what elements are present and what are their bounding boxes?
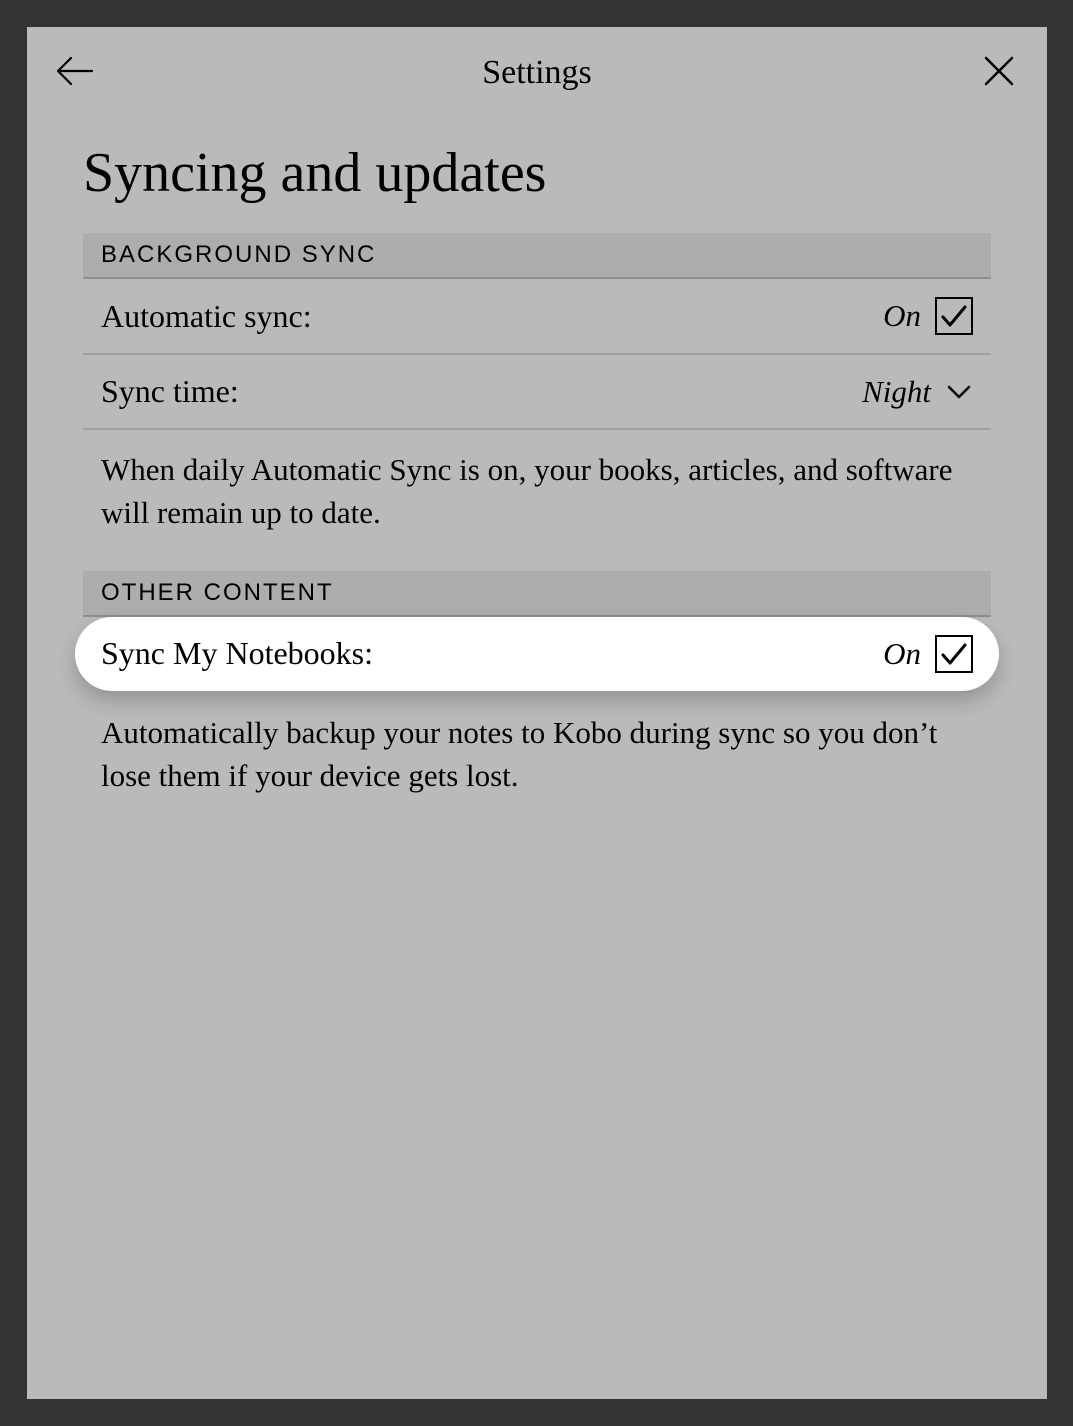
automatic-sync-value: On — [883, 298, 921, 334]
sync-time-label: Sync time: — [101, 373, 239, 410]
check-icon — [939, 639, 969, 669]
arrow-left-icon — [56, 56, 94, 91]
header: Settings — [27, 27, 1047, 119]
sync-notebooks-control: On — [883, 635, 973, 673]
other-content-description: Automatically backup your notes to Kobo … — [83, 693, 991, 834]
automatic-sync-checkbox[interactable] — [935, 297, 973, 335]
sync-notebooks-checkbox[interactable] — [935, 635, 973, 673]
page-title: Syncing and updates — [83, 141, 991, 205]
screen: Settings Syncing and updates BACKGROUND … — [27, 27, 1047, 1399]
automatic-sync-control: On — [883, 297, 973, 335]
device-bezel: Settings Syncing and updates BACKGROUND … — [0, 0, 1073, 1426]
close-button[interactable] — [979, 53, 1019, 93]
row-divider — [101, 691, 973, 693]
sync-notebooks-highlight: Sync My Notebooks: On — [75, 617, 999, 693]
sync-notebooks-label: Sync My Notebooks: — [101, 635, 373, 672]
automatic-sync-label: Automatic sync: — [101, 298, 312, 335]
content: Syncing and updates BACKGROUND SYNC Auto… — [27, 141, 1047, 834]
close-icon — [982, 54, 1016, 93]
header-title: Settings — [482, 54, 592, 92]
check-icon — [939, 301, 969, 331]
section-header-background-sync: BACKGROUND SYNC — [83, 233, 991, 279]
back-button[interactable] — [55, 53, 95, 93]
sync-notebooks-row[interactable]: Sync My Notebooks: On — [83, 617, 991, 691]
sync-time-control: Night — [862, 374, 973, 410]
automatic-sync-row[interactable]: Automatic sync: On — [83, 279, 991, 355]
background-sync-description: When daily Automatic Sync is on, your bo… — [83, 430, 991, 571]
sync-time-value: Night — [862, 374, 931, 410]
chevron-down-icon — [945, 378, 973, 406]
section-header-other-content: OTHER CONTENT — [83, 571, 991, 617]
sync-time-row[interactable]: Sync time: Night — [83, 355, 991, 430]
sync-notebooks-value: On — [883, 636, 921, 672]
